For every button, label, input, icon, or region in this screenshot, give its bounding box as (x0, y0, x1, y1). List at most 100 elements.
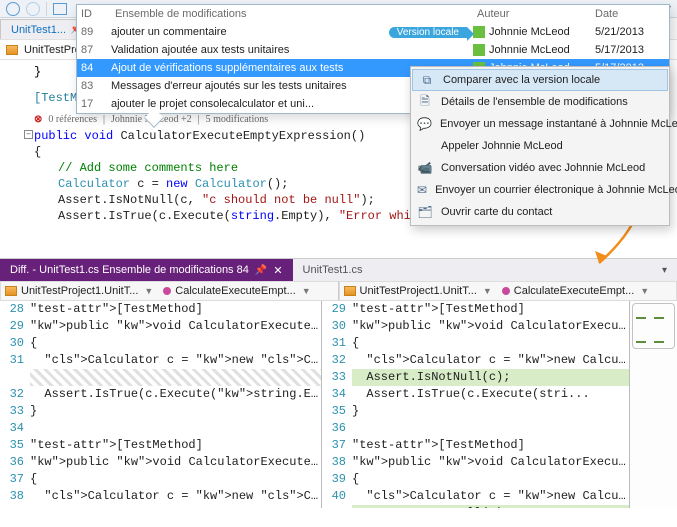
separator (46, 2, 47, 16)
context-menu-item[interactable]: ✉Envoyer un courrier électronique à John… (411, 179, 669, 201)
line-number: 36 (0, 454, 24, 471)
nav-forward-button[interactable] (26, 2, 40, 16)
hist-id: 17 (77, 98, 111, 110)
presence-icon (473, 44, 485, 56)
context-menu-item[interactable]: 💬Envoyer un message instantané à Johnnie… (411, 113, 669, 135)
history-row[interactable]: 87Validation ajoutée aux tests unitaires… (77, 41, 669, 59)
code-line: "kw">public "kw">void CalculatorExecuteE… (30, 454, 321, 471)
line-number: 33 (0, 403, 24, 420)
code-line: Assert.IsNotNull(c); (352, 369, 629, 386)
diff-overview-ruler[interactable] (630, 301, 677, 508)
pin-icon[interactable]: 📌 (255, 265, 267, 276)
tab-title: UnitTest1... (11, 24, 66, 36)
context-menu-item[interactable]: 🗂Ouvrir carte du contact (411, 201, 669, 223)
new-item-button[interactable] (53, 3, 67, 15)
col-author[interactable]: Auteur (473, 8, 591, 20)
line-number: 38 (0, 488, 24, 505)
context-menu-item[interactable]: 📹Conversation vidéo avec Johnnie McLeod (411, 157, 669, 179)
close-icon[interactable]: ✕ (273, 264, 282, 277)
code-line: { (30, 335, 321, 352)
hist-msg: Ajout de vérifications supplémentaires a… (111, 62, 369, 74)
code-line (30, 420, 321, 437)
code-line: { (30, 471, 321, 488)
bc-mem-r[interactable]: CalculateExecuteEmpt... (514, 285, 634, 297)
diff-nav-bar: UnitTestProject1.UnitT...▼ CalculateExec… (0, 281, 677, 301)
line-number (0, 369, 24, 386)
code-line: "test-attr">[TestMethod] (352, 301, 629, 318)
error-icon: ⊗ (34, 112, 42, 128)
code-line: { (352, 471, 629, 488)
menu-item-label: Comparer avec la version locale (443, 74, 600, 86)
history-header: ID Ensemble de modifications Auteur Date (77, 5, 669, 23)
bc-mem-l[interactable]: CalculateExecuteEmpt... (175, 285, 295, 297)
diff-pane-left[interactable]: 2829303132333435363738 "test-attr">[Test… (0, 301, 322, 508)
col-date[interactable]: Date (591, 8, 671, 20)
codelens-refs[interactable]: 0 références (48, 112, 97, 128)
code-line: "kw">public "kw">void CalculatorExecuteE… (30, 318, 321, 335)
bc-proj-l[interactable]: UnitTestProject1.UnitT... (21, 285, 138, 297)
outline-toggle-icon[interactable]: – (24, 130, 33, 139)
line-number: 38 (322, 454, 346, 471)
line-number: 34 (322, 386, 346, 403)
menu-item-label: Envoyer un message instantané à Johnnie … (440, 118, 677, 130)
context-menu: ⧉ Comparer avec la version locale 🗎Détails… (410, 66, 670, 226)
diff-view: Diff. - UnitTest1.cs Ensemble de modific… (0, 258, 677, 527)
menu-item-label: Envoyer un courrier électronique à Johnn… (435, 184, 677, 196)
local-version-badge: Version locale (389, 27, 467, 38)
menu-item-label: Détails de l'ensemble de modifications (441, 96, 628, 108)
hist-id: 84 (77, 62, 111, 74)
line-number: 30 (0, 335, 24, 352)
context-menu-item[interactable]: Appeler Johnnie McLeod (411, 135, 669, 157)
diff-tab-a-title: Diff. - UnitTest1.cs Ensemble de modific… (10, 264, 249, 276)
code-line (30, 369, 321, 386)
tab-overflow-icon[interactable]: ▾ (662, 265, 667, 276)
code-line: "cls">Calculator c = "kw">new "cls">Calc… (30, 352, 321, 369)
line-number: 32 (322, 352, 346, 369)
code-line: "test-attr">[TestMethod] (30, 437, 321, 454)
diff-nav-right: UnitTestProject1.UnitT...▼ CalculateExec… (339, 281, 677, 301)
hist-id: 83 (77, 80, 111, 92)
diff-tab-secondary[interactable]: UnitTest1.cs ▾ (293, 259, 677, 281)
hist-msg: Messages d'erreur ajoutés sur les tests … (111, 80, 369, 92)
context-menu-item[interactable]: ⧉ Comparer avec la version locale (412, 69, 668, 91)
hist-author: Johnnie McLeod (473, 26, 591, 38)
line-number: 39 (322, 471, 346, 488)
hist-id: 89 (77, 26, 111, 38)
code-line: } (352, 403, 629, 420)
codelens-changes[interactable]: 5 modifications (206, 112, 269, 128)
line-number: 41 (322, 505, 346, 508)
bc-proj-r[interactable]: UnitTestProject1.UnitT... (360, 285, 477, 297)
history-row[interactable]: 89ajouter un commentaire Version locale Jo… (77, 23, 669, 41)
class-icon (5, 286, 17, 296)
class-icon (344, 286, 356, 296)
line-number: 32 (0, 386, 24, 403)
menu-item-icon: 🗂 (417, 205, 433, 219)
code-line: "kw">public "kw">void CalculatorExecute.… (352, 318, 629, 335)
code-line (352, 420, 629, 437)
diff-panes: 2829303132333435363738 "test-attr">[Test… (0, 301, 677, 508)
menu-item-icon: ⧉ (419, 73, 435, 88)
col-mod[interactable]: Ensemble de modifications (111, 8, 369, 20)
diff-nav-left: UnitTestProject1.UnitT...▼ CalculateExec… (0, 281, 339, 301)
nav-back-button[interactable] (6, 2, 20, 16)
diff-pane-right[interactable]: 29303132333435363738394041 "test-attr">[… (322, 301, 630, 508)
hist-msg: ajouter un commentaire (111, 26, 369, 38)
code-line: "cls">Calculator c = "kw">new Calculat..… (352, 488, 629, 505)
code-line: Assert.IsTrue(c.Execute("kw">string.Empt… (30, 386, 321, 403)
line-number: 31 (0, 352, 24, 369)
hist-msg: ajouter le projet consolecalculator et u… (111, 98, 369, 110)
line-number: 31 (322, 335, 346, 352)
diff-tab-active[interactable]: Diff. - UnitTest1.cs Ensemble de modific… (0, 259, 293, 281)
context-menu-item[interactable]: 🗎Détails de l'ensemble de modifications (411, 91, 669, 113)
line-number: 34 (0, 420, 24, 437)
code-line: } (30, 403, 321, 420)
col-id[interactable]: ID (77, 8, 111, 20)
menu-item-label: Conversation vidéo avec Johnnie McLeod (441, 162, 645, 174)
line-number: 33 (322, 369, 346, 386)
code-line: "cls">Calculator c = "kw">new Calculat..… (352, 352, 629, 369)
hist-msg: Validation ajoutée aux tests unitaires (111, 44, 369, 56)
code-line: "cls">Calculator c = "kw">new "cls">Calc… (30, 488, 321, 505)
line-number: 37 (322, 437, 346, 454)
code-line: Assert.IsNotNull(c); (352, 505, 629, 508)
hist-date: 5/17/2013 (591, 44, 671, 56)
